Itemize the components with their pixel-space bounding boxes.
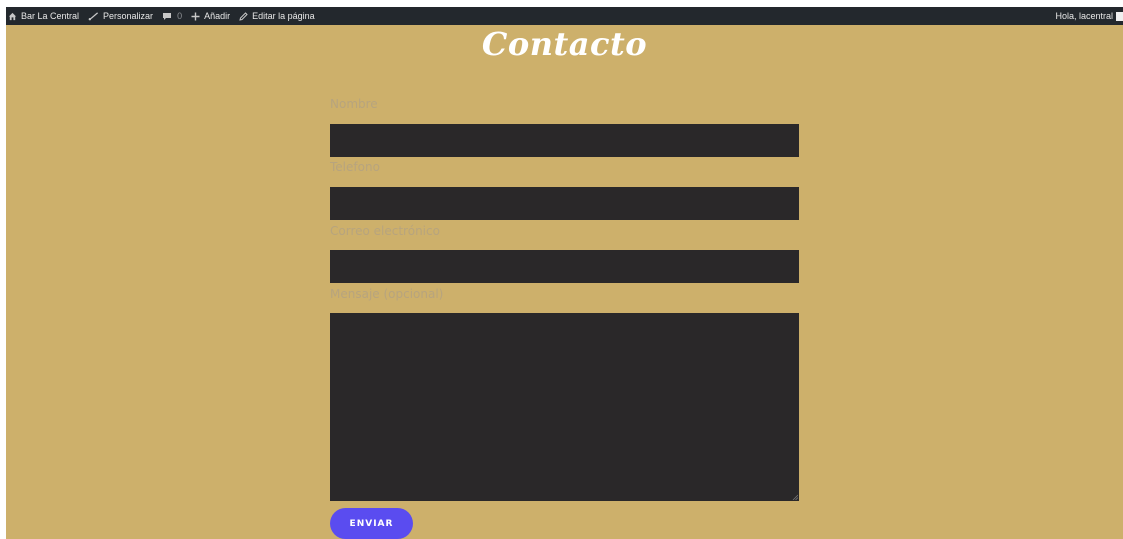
admin-bar-account[interactable]: Hola, lacentral (1055, 7, 1123, 25)
admin-bar-add-new[interactable]: Añadir (191, 7, 230, 25)
pencil-icon (239, 11, 248, 21)
add-new-link: Añadir (204, 11, 231, 21)
email-input[interactable] (330, 250, 799, 283)
name-input[interactable] (330, 124, 799, 157)
site-name-link: Bar La Central (21, 11, 80, 21)
admin-bar-site[interactable]: Bar La Central (8, 7, 79, 25)
resize-grip-icon[interactable] (792, 494, 798, 500)
comment-icon (163, 12, 172, 20)
message-textarea[interactable] (330, 313, 799, 501)
email-label: Correo electrónico (330, 224, 440, 238)
admin-bar-customize[interactable]: Personalizar (88, 7, 153, 25)
admin-bar-comments[interactable]: 0 (162, 7, 182, 25)
admin-bar-edit-page[interactable]: Editar la página (239, 7, 315, 25)
name-label: Nombre (330, 97, 378, 111)
page-title: Contacto (481, 25, 648, 63)
comments-count: 0 (177, 11, 183, 21)
home-icon (8, 12, 17, 20)
plus-icon (191, 12, 200, 20)
brush-icon (88, 12, 99, 21)
admin-bar: Bar La Central Personalizar 0 Añadir Edi… (6, 7, 1123, 25)
phone-label: Telefono (330, 160, 380, 174)
submit-button[interactable]: ENVIAR (330, 508, 413, 539)
message-label: Mensaje (opcional) (330, 287, 444, 301)
greeting-text: Hola, lacentral (1055, 11, 1113, 21)
phone-input[interactable] (330, 187, 799, 220)
avatar (1116, 11, 1123, 21)
page-canvas: Bar La Central Personalizar 0 Añadir Edi… (6, 7, 1123, 539)
customize-link: Personalizar (103, 11, 154, 21)
edit-page-link: Editar la página (252, 11, 315, 21)
